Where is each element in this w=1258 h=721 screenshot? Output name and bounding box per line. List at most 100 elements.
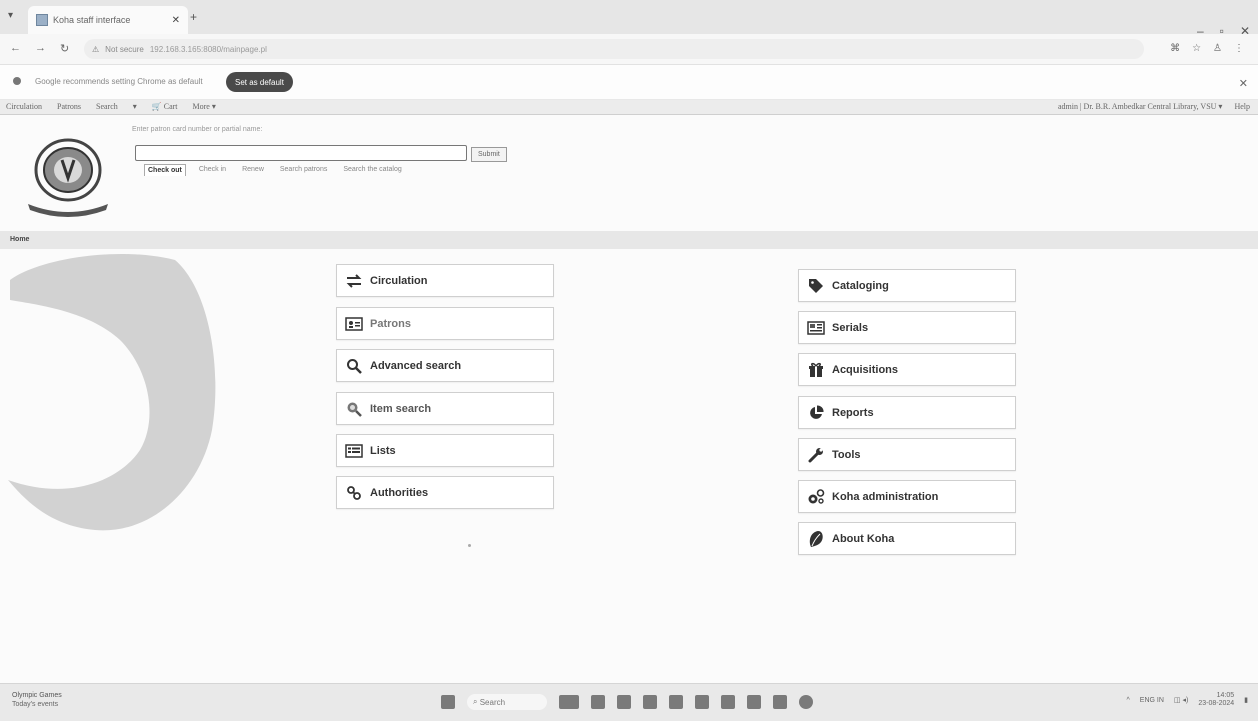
clock-time: 14:05 [1216,692,1235,699]
breadcrumb-home[interactable]: Home [10,236,29,243]
tab-search-icon[interactable]: ▾ [8,10,13,21]
url-warning: Not secure [105,44,144,54]
tab-check-out[interactable]: Check out [144,164,186,176]
exchange-icon [344,272,364,290]
taskbar-search[interactable]: ⌕ Search [467,694,547,710]
tab-check-in[interactable]: Check in [196,164,229,176]
library-logo [28,138,108,217]
chrome-taskbar-icon[interactable] [799,695,813,709]
file-explorer-icon[interactable] [669,695,683,709]
edge-icon[interactable] [695,695,709,709]
authorities-button[interactable]: Authorities [336,476,554,509]
breadcrumb: Home [0,231,1258,249]
default-browser-infobar: Google recommends setting Chrome as defa… [0,65,1258,100]
os-taskbar: Olympic Games Today's events ⌕ Search ^ … [0,683,1258,721]
news-widget[interactable]: Olympic Games Today's events [12,691,62,709]
tools-label: Tools [832,448,861,461]
set-as-default-button[interactable]: Set as default [226,72,293,92]
start-icon[interactable] [441,695,455,709]
nav-help[interactable]: Help [1234,102,1250,111]
tab-search-patrons[interactable]: Search patrons [277,164,330,176]
quick-tabs: Check out Check in Renew Search patrons … [144,164,405,176]
cataloging-button[interactable]: Cataloging [798,269,1016,302]
advanced-search-button[interactable]: Advanced search [336,349,554,382]
stray-dot [468,544,471,547]
nav-search[interactable]: Search [96,102,118,111]
widgets-icon[interactable] [559,695,579,709]
app-icon-1[interactable] [617,695,631,709]
app-icon-2[interactable] [643,695,657,709]
list-icon [344,442,364,460]
back-icon[interactable]: ← [10,42,21,55]
browser-tab[interactable]: Koha staff interface ✕ [28,6,188,34]
nav-circulation[interactable]: Circulation [6,102,42,111]
acquisitions-label: Acquisitions [832,363,899,376]
serials-label: Serials [832,321,869,334]
lists-button[interactable]: Lists [336,434,554,467]
bookmark-star-icon[interactable]: ☆ [1192,43,1201,54]
network-volume-icon[interactable]: ◫ ◂) [1174,696,1188,704]
koha-watermark-graphic [8,253,216,531]
browser-tab-strip: ▾ Koha staff interface ✕ + – ▫ ✕ [0,0,1258,38]
new-tab-icon[interactable]: + [190,10,197,24]
chrome-icon [13,77,21,85]
forward-icon[interactable]: → [35,42,46,55]
item-search-icon [344,400,364,418]
circulation-button[interactable]: Circulation [336,264,554,297]
url-text: 192.168.3.165:8080/mainpage.pl [149,44,267,54]
acquisitions-button[interactable]: Acquisitions [798,353,1016,386]
url-field[interactable]: ⚠ Not secure 192.168.3.165:8080/mainpage… [84,39,1144,59]
wrench-icon [806,446,826,464]
nav-patrons[interactable]: Patrons [57,102,81,111]
tab-search-catalog[interactable]: Search the catalog [340,164,404,176]
nav-more[interactable]: More ▾ [193,102,216,111]
reports-label: Reports [832,406,874,419]
app-icon-3[interactable] [721,695,735,709]
menu-kebab-icon[interactable]: ⋮ [1234,43,1244,54]
logged-in-user[interactable]: admin | Dr. B.R. Ambedkar Central Librar… [1058,102,1222,111]
search-icon [344,357,364,375]
koha-administration-button[interactable]: Koha administration [798,480,1016,513]
tab-title: Koha staff interface [53,15,131,25]
koha-leaf-icon [806,530,826,548]
app-icon-4[interactable] [747,695,761,709]
patrons-button[interactable]: Patrons [336,307,554,340]
widget-title: Olympic Games [12,692,62,699]
about-koha-button[interactable]: About Koha [798,522,1016,555]
newspaper-icon [806,319,826,337]
patron-search-input[interactable] [135,145,467,161]
advanced-search-label: Advanced search [370,359,462,372]
taskbar-search-label: Search [479,697,506,707]
reports-button[interactable]: Reports [798,396,1016,429]
koha-top-nav: Circulation Patrons Search ▾ 🛒 Cart More… [0,100,1258,115]
patrons-label: Patrons [370,317,411,330]
nav-search-dropdown[interactable]: ▾ [133,102,137,111]
translate-icon[interactable]: ⌘ [1170,43,1180,54]
clock[interactable]: 14:05 23-08-2024 [1198,692,1234,708]
checkout-hint: Enter patron card number or partial name… [132,126,263,133]
tab-close-icon[interactable]: ✕ [172,15,180,26]
tools-button[interactable]: Tools [798,438,1016,471]
item-search-button[interactable]: Item search [336,392,554,425]
tray-chevron-icon[interactable]: ^ [1127,697,1130,704]
circulation-label: Circulation [370,274,428,287]
authorities-label: Authorities [370,486,429,499]
app-icon-5[interactable] [773,695,787,709]
nav-cart[interactable]: 🛒 Cart [152,102,178,111]
about-koha-label: About Koha [832,532,895,545]
notification-icon[interactable]: ▮ [1244,696,1248,704]
link-icon [344,484,364,502]
reload-icon[interactable]: ↻ [60,42,69,55]
profile-icon[interactable]: ♙ [1213,43,1222,54]
task-view-icon[interactable] [591,695,605,709]
serials-button[interactable]: Serials [798,311,1016,344]
infobar-message: Google recommends setting Chrome as defa… [35,77,203,86]
lists-label: Lists [370,444,396,457]
id-card-icon [344,315,364,333]
not-secure-icon: ⚠ [92,44,100,54]
submit-button[interactable]: Submit [471,147,507,162]
language-indicator[interactable]: ENG IN [1140,697,1164,704]
infobar-close-icon[interactable]: ✕ [1239,77,1248,90]
koha-administration-label: Koha administration [832,490,939,503]
tab-renew[interactable]: Renew [239,164,267,176]
